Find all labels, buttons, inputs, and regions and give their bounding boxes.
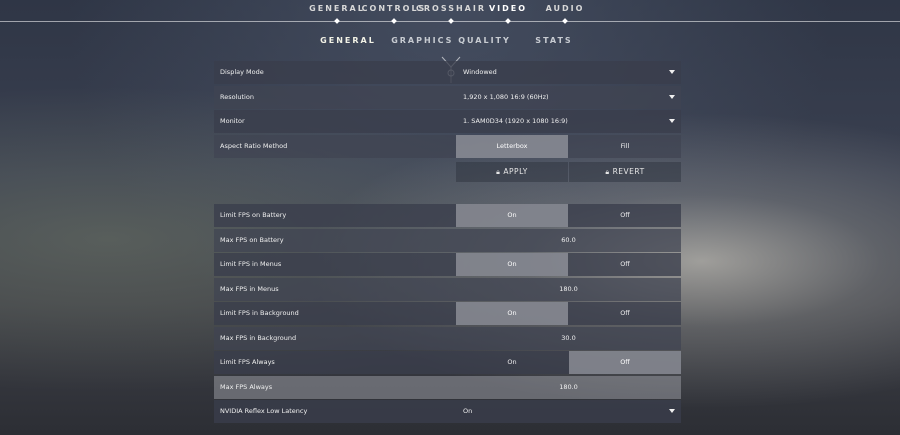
setting-label: Resolution <box>220 93 254 101</box>
setting-label: NVIDIA Reflex Low Latency <box>220 407 308 415</box>
dropdown-value: 1. SAM0D34 (1920 x 1080 16:9) <box>463 117 568 125</box>
nav-tab-general[interactable]: GENERAL <box>309 4 365 13</box>
nav-marker <box>505 18 511 24</box>
nav-marker <box>562 18 568 24</box>
setting-limit-fps-background: Limit FPS in Background On Off <box>214 302 681 325</box>
on-option[interactable]: On <box>456 302 568 325</box>
caret-down-icon <box>669 119 675 123</box>
caret-down-icon <box>669 409 675 413</box>
setting-limit-fps-menus: Limit FPS in Menus On Off <box>214 253 681 276</box>
setting-label: Limit FPS Always <box>220 358 275 366</box>
off-option[interactable]: Off <box>569 204 681 227</box>
on-option[interactable]: On <box>456 351 568 374</box>
setting-label: Limit FPS in Background <box>220 309 299 317</box>
off-option[interactable]: Off <box>569 302 681 325</box>
setting-limit-fps-always: Limit FPS Always On Off <box>214 351 681 374</box>
fill-option[interactable]: Fill <box>569 135 681 158</box>
setting-display-mode: Display Mode Windowed <box>214 61 681 84</box>
setting-nvidia-reflex: NVIDIA Reflex Low Latency On <box>214 400 681 423</box>
setting-max-fps-always: Max FPS Always 180.0 <box>214 376 681 399</box>
nav-tab-audio[interactable]: AUDIO <box>546 4 585 13</box>
letterbox-option[interactable]: Letterbox <box>456 135 568 158</box>
top-nav: GENERAL CONTROLS CROSSHAIR VIDEO AUDIO <box>0 0 900 24</box>
dropdown-value: 1,920 x 1,080 16:9 (60Hz) <box>463 93 549 101</box>
off-option[interactable]: Off <box>569 351 681 374</box>
setting-label: Limit FPS on Battery <box>220 211 287 219</box>
resolution-dropdown[interactable]: 1,920 x 1,080 16:9 (60Hz) <box>456 86 681 109</box>
nav-marker <box>391 18 397 24</box>
revert-label: REVERT <box>612 167 645 176</box>
max-fps-always-value[interactable]: 180.0 <box>456 376 681 399</box>
setting-label: Max FPS on Battery <box>220 236 284 244</box>
caret-down-icon <box>669 95 675 99</box>
max-fps-battery-value[interactable]: 60.0 <box>456 229 681 252</box>
setting-label: Display Mode <box>220 68 264 76</box>
setting-label: Max FPS Always <box>220 383 273 391</box>
dropdown-value: On <box>463 407 473 415</box>
off-option[interactable]: Off <box>569 253 681 276</box>
max-fps-background-value[interactable]: 30.0 <box>456 327 681 350</box>
max-fps-menus-value[interactable]: 180.0 <box>456 278 681 301</box>
setting-max-fps-battery: Max FPS on Battery 60.0 <box>214 229 681 252</box>
setting-resolution: Resolution 1,920 x 1,080 16:9 (60Hz) <box>214 86 681 109</box>
display-mode-dropdown[interactable]: Windowed <box>456 61 681 84</box>
nav-tab-video[interactable]: VIDEO <box>489 4 527 13</box>
caret-down-icon <box>669 70 675 74</box>
subtab-stats[interactable]: STATS <box>535 36 572 45</box>
on-option[interactable]: On <box>456 253 568 276</box>
nav-tab-crosshair[interactable]: CROSSHAIR <box>416 4 486 13</box>
subtab-graphics-quality[interactable]: GRAPHICS QUALITY <box>391 36 511 45</box>
lock-icon: 🔒︎ <box>605 168 610 176</box>
setting-limit-fps-battery: Limit FPS on Battery On Off <box>214 204 681 227</box>
nav-marker <box>448 18 454 24</box>
lock-icon: 🔒︎ <box>496 168 501 176</box>
setting-monitor: Monitor 1. SAM0D34 (1920 x 1080 16:9) <box>214 110 681 133</box>
setting-label: Aspect Ratio Method <box>220 142 288 150</box>
nvidia-reflex-dropdown[interactable]: On <box>456 400 681 423</box>
on-option[interactable]: On <box>456 204 568 227</box>
setting-label: Max FPS in Background <box>220 334 297 342</box>
apply-label: APPLY <box>503 167 528 176</box>
monitor-dropdown[interactable]: 1. SAM0D34 (1920 x 1080 16:9) <box>456 110 681 133</box>
setting-label: Limit FPS in Menus <box>220 260 282 268</box>
setting-aspect-ratio: Aspect Ratio Method Letterbox Fill <box>214 135 681 158</box>
apply-button[interactable]: 🔒︎ APPLY <box>456 162 568 182</box>
setting-label: Monitor <box>220 117 245 125</box>
dropdown-value: Windowed <box>463 68 497 76</box>
setting-max-fps-menus: Max FPS in Menus 180.0 <box>214 278 681 301</box>
nav-marker <box>334 18 340 24</box>
revert-button[interactable]: 🔒︎ REVERT <box>569 162 681 182</box>
setting-label: Max FPS in Menus <box>220 285 279 293</box>
apply-revert-bar: 🔒︎ APPLY 🔒︎ REVERT <box>456 162 681 182</box>
subtab-general[interactable]: GENERAL <box>320 36 376 45</box>
setting-max-fps-background: Max FPS in Background 30.0 <box>214 327 681 350</box>
